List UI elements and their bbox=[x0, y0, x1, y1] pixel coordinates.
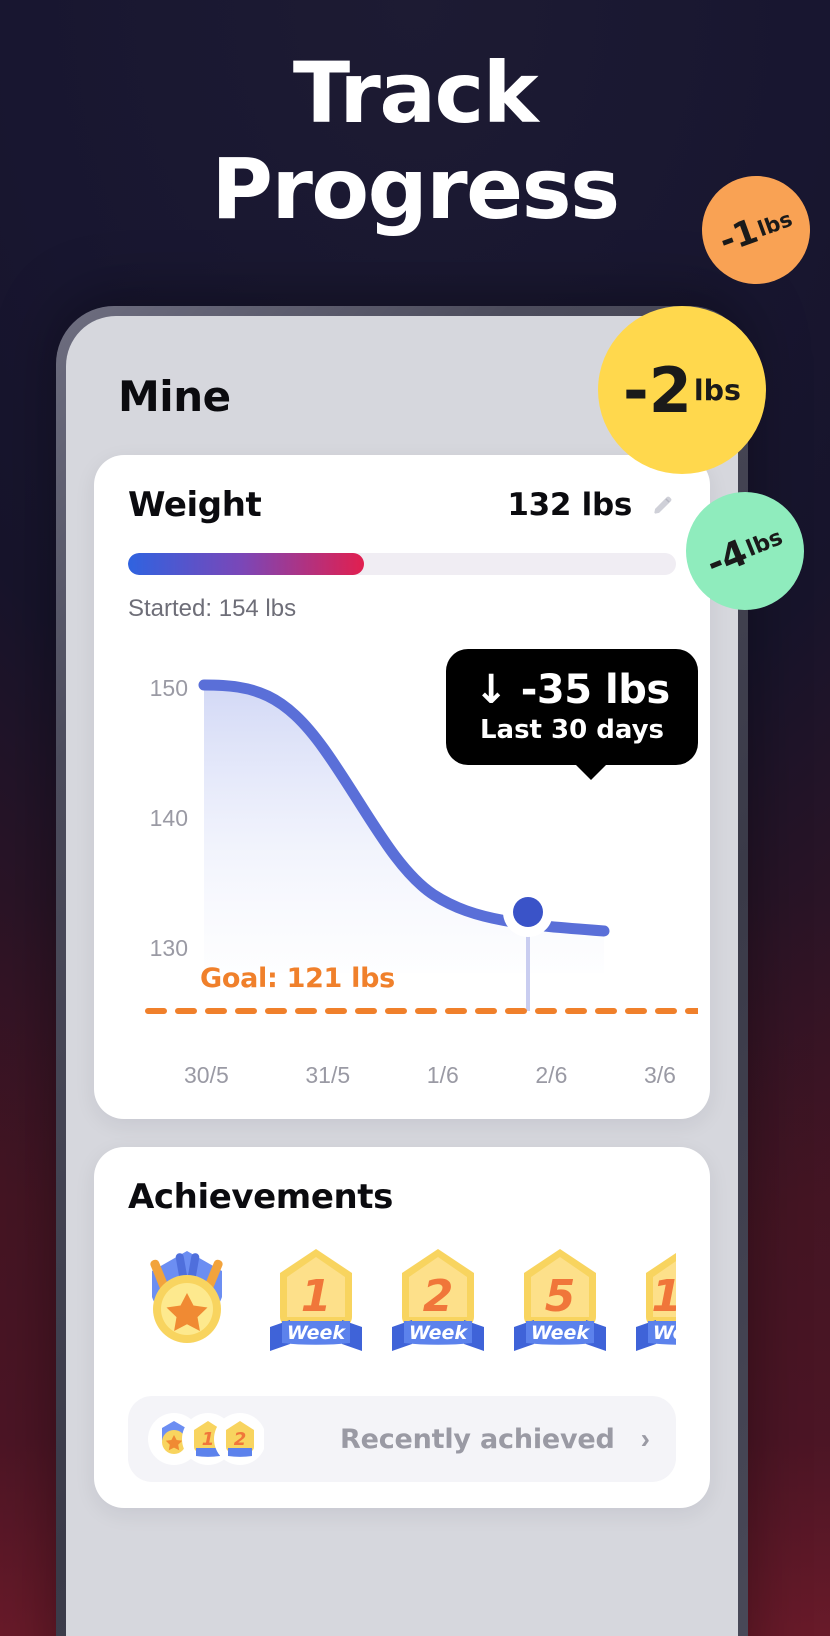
medal-week-5-label: 5 bbox=[545, 1271, 576, 1322]
recently-achieved-label: Recently achieved bbox=[340, 1423, 615, 1455]
badge-unit: lbs bbox=[693, 373, 742, 407]
chevron-right-icon[interactable]: › bbox=[641, 1423, 650, 1455]
x-axis-tick-2: 1/6 bbox=[426, 1062, 459, 1088]
floating-badge-minus-2: -2 lbs bbox=[598, 306, 766, 474]
page-title: Track Progress bbox=[0, 51, 830, 231]
medal-week-5-ribbon: Week bbox=[531, 1322, 591, 1344]
x-axis-tick-0: 30/5 bbox=[184, 1062, 229, 1088]
x-axis-tick-3: 2/6 bbox=[535, 1062, 568, 1088]
phone-mockup: Mine Weight 132 lbs Started: 154 lbs 150… bbox=[56, 306, 748, 1636]
chart-x-axis: 30/5 31/5 1/6 2/6 3/6 bbox=[184, 1062, 676, 1089]
medal-week-1-ribbon: Week bbox=[287, 1322, 347, 1344]
tooltip-delta: -35 lbs bbox=[520, 667, 670, 713]
badge-unit: lbs bbox=[742, 524, 787, 563]
achievements-card: Achievements 1 Week 2 Week 5 Week W 1 2 … bbox=[94, 1147, 710, 1508]
svg-text:2: 2 bbox=[234, 1429, 247, 1450]
medal-week-2-label: 2 bbox=[423, 1271, 454, 1322]
medal-week-2-ribbon: Week bbox=[409, 1322, 469, 1344]
weight-progress-track bbox=[128, 553, 676, 575]
medal-week-10-icon[interactable]: 10 Week bbox=[630, 1243, 676, 1366]
tooltip-main: ↓ -35 lbs bbox=[474, 667, 670, 713]
badge-value: -2 bbox=[622, 353, 692, 427]
x-axis-tick-4: 3/6 bbox=[644, 1062, 676, 1088]
weight-card: Weight 132 lbs Started: 154 lbs 150 140 … bbox=[94, 455, 710, 1119]
medal-week-10-label: 10 bbox=[651, 1271, 676, 1322]
medal-week-2-icon[interactable]: 2 Week bbox=[386, 1243, 490, 1366]
weight-current-value: 132 lbs bbox=[507, 487, 632, 523]
tooltip-arrow-icon: ↓ bbox=[474, 667, 508, 713]
pencil-icon[interactable] bbox=[650, 492, 676, 518]
medal-week-10-ribbon: Week bbox=[653, 1322, 676, 1344]
tooltip-tail-icon bbox=[574, 763, 608, 780]
achievements-title: Achievements bbox=[128, 1177, 393, 1217]
weight-card-title: Weight bbox=[128, 485, 262, 525]
tooltip-subtext: Last 30 days bbox=[479, 715, 665, 745]
x-axis-tick-1: 31/5 bbox=[305, 1062, 351, 1088]
recently-achieved-thumbnails-icon: 1 2 bbox=[146, 1411, 264, 1467]
achievements-row[interactable]: 1 Week 2 Week 5 Week W bbox=[128, 1243, 676, 1366]
weight-value-group: 132 lbs bbox=[507, 487, 676, 523]
headline-line-1: Track bbox=[292, 44, 539, 142]
medal-week-1-icon[interactable]: 1 Week bbox=[264, 1243, 368, 1366]
phone-screen: Mine Weight 132 lbs Started: 154 lbs 150… bbox=[66, 316, 738, 1636]
weight-card-header: Weight 132 lbs bbox=[128, 485, 676, 525]
chart-goal-label: Goal: 121 lbs bbox=[200, 963, 395, 994]
svg-text:1: 1 bbox=[202, 1429, 215, 1450]
medal-star-icon[interactable] bbox=[128, 1243, 246, 1366]
medal-week-5-icon[interactable]: 5 Week bbox=[508, 1243, 612, 1366]
weight-progress-fill bbox=[128, 553, 364, 575]
weight-started-label: Started: 154 lbs bbox=[128, 595, 297, 622]
promo-screenshot: Track Progress -1 lbs -2 lbs -4 lbs Mine We… bbox=[0, 0, 830, 1636]
medal-week-1-label: 1 bbox=[301, 1271, 332, 1322]
badge-unit: lbs bbox=[754, 205, 796, 241]
chart-tooltip: ↓ -35 lbs Last 30 days bbox=[446, 649, 698, 780]
chart-marker-dot bbox=[513, 897, 543, 927]
weight-chart[interactable]: 150 140 130 Goal: 121 lbs 30/5 31/5 1/6 … bbox=[128, 649, 698, 1093]
recently-achieved-row[interactable]: 1 2 Recently achieved › bbox=[128, 1396, 676, 1482]
